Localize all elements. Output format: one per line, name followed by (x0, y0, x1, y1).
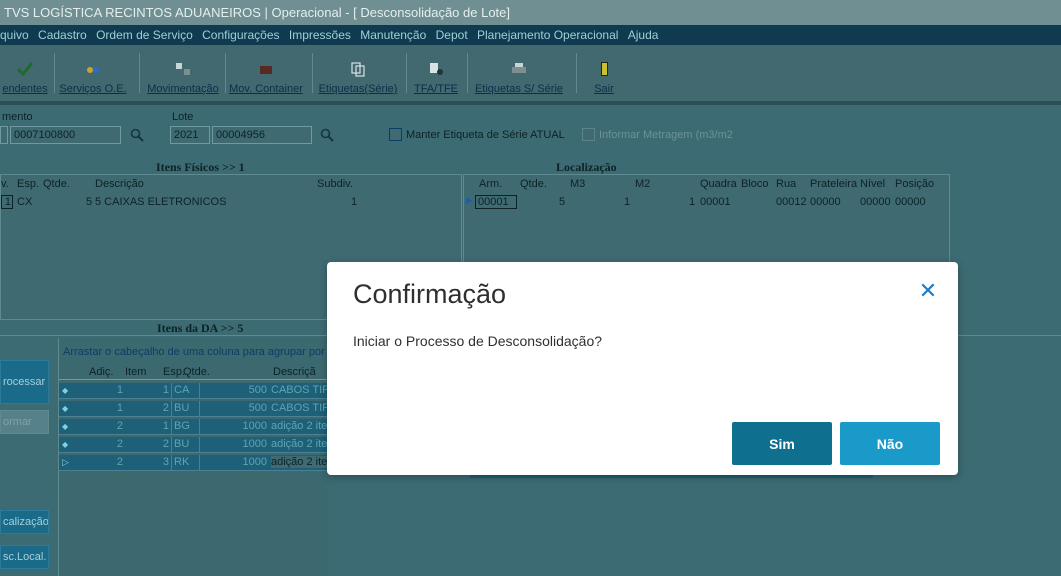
col-m3[interactable]: M3 (570, 178, 585, 192)
toolbar-divider (0, 101, 1061, 105)
document-icon (427, 61, 445, 77)
lote-ano-field[interactable]: 2021 (170, 126, 210, 144)
menu-bar: quivo Cadastro Ordem de Serviço Configur… (0, 25, 1061, 45)
search-lote-icon[interactable] (319, 127, 335, 143)
qtde-cell: 5 (86, 196, 93, 208)
m2-cell: 1 (689, 196, 696, 208)
col-descricao[interactable]: Descrição (95, 178, 144, 192)
posicao-cell: 00000 (895, 196, 926, 208)
col-rua[interactable]: Rua (776, 178, 796, 192)
services-icon (84, 61, 102, 77)
movement-icon (174, 61, 192, 77)
tfa-tfe-button[interactable]: TFA/TFE (410, 49, 462, 95)
table-row[interactable]: ◆ 1 1 CA 500 CABOS TIP (59, 383, 328, 399)
pendentes-button[interactable]: endentes (0, 49, 50, 95)
rua-cell: 00012 (776, 196, 807, 208)
dialog-message: Iniciar o Processo de Desconsolidação? (353, 333, 603, 349)
col-da-descricao[interactable]: Descriçã (273, 366, 316, 380)
menu-arquivo[interactable]: quivo (0, 25, 29, 45)
col-bloco[interactable]: Bloco (741, 178, 769, 192)
processar-button[interactable]: rocessar (0, 360, 49, 404)
menu-cadastro[interactable]: Cadastro (38, 25, 87, 45)
col-subdiv[interactable]: Subdiv. (317, 178, 353, 192)
col-da-item[interactable]: Item (125, 366, 146, 380)
documento-field[interactable]: 0007100800 (10, 126, 121, 144)
printer-icon (510, 61, 528, 77)
desc-local-button[interactable]: sc.Local. (0, 545, 49, 569)
nivel-cell: 00000 (860, 196, 891, 208)
servicos-oe-button[interactable]: Serviços O.E. (58, 49, 128, 95)
lote-label: Lote (172, 111, 194, 123)
esp-cell: CX (17, 196, 33, 208)
col-nivel[interactable]: Nível (860, 178, 885, 192)
col-qtde[interactable]: Qtde. (43, 178, 70, 192)
table-row[interactable]: ◆ 1 2 BU 500 CABOS TIP (59, 401, 328, 417)
col-quadra[interactable]: Quadra (700, 178, 737, 192)
localizacao-title: Localização (556, 160, 617, 174)
prateleira-cell: 00000 (810, 196, 841, 208)
itens-fisicos-title: Itens Físicos >> 1 (156, 160, 245, 174)
etiquetas-s-serie-button[interactable]: Etiquetas S/ Série (471, 49, 567, 95)
menu-planejamento[interactable]: Planejamento Operacional (477, 25, 618, 45)
col-loc-qtde[interactable]: Qtde. (520, 178, 547, 192)
itens-da-grid: Arrastar o cabeçalho de uma coluna para … (58, 338, 328, 576)
col-arm[interactable]: Arm. (479, 178, 502, 192)
menu-ordem-servico[interactable]: Ordem de Serviço (96, 25, 193, 45)
search-documento-icon[interactable] (129, 127, 145, 143)
descricao-cell: 5 CAIXAS ELETRONICOS (95, 196, 227, 208)
exit-door-icon (595, 61, 613, 77)
loc-qtde-cell: 5 (559, 196, 566, 208)
col-m2[interactable]: M2 (635, 178, 650, 192)
menu-configuracoes[interactable]: Configurações (202, 25, 279, 45)
col-adic[interactable]: Adiç. (89, 366, 113, 380)
m3-cell: 1 (624, 196, 631, 208)
itens-da-title: Itens da DA >> 5 (157, 321, 244, 335)
check-icon (16, 61, 34, 77)
informar-button[interactable]: ormar (0, 410, 49, 434)
movimentacao-button[interactable]: Movimentação (143, 49, 223, 95)
menu-depot[interactable]: Depot (436, 25, 468, 45)
col-posicao[interactable]: Posição (895, 178, 934, 192)
informar-metragem-label: Informar Metragem (m3/m2 (599, 129, 733, 141)
col-item[interactable]: v. (1, 178, 9, 192)
col-da-esp[interactable]: Esp. (163, 366, 185, 380)
mov-container-button[interactable]: Mov. Container (227, 49, 305, 95)
table-row[interactable]: ◆ 2 1 BG 1000 adição 2 ite (59, 419, 328, 435)
manter-etiqueta-label: Manter Etiqueta de Série ATUAL (406, 129, 565, 141)
row-pointer-icon: ▶ (466, 195, 473, 205)
documento-label: mento (2, 111, 33, 123)
informar-metragem-checkbox[interactable] (582, 128, 595, 141)
close-icon[interactable]: ✕ (917, 280, 939, 302)
confirmation-dialog: Confirmação ✕ Iniciar o Processo de Desc… (327, 262, 958, 475)
col-esp[interactable]: Esp. (17, 178, 39, 192)
menu-impressoes[interactable]: Impressões (289, 25, 351, 45)
sim-button[interactable]: Sim (732, 422, 832, 465)
col-prateleira[interactable]: Prateleira (810, 178, 857, 192)
etiquetas-serie-button[interactable]: Etiquetas(Série) (316, 49, 400, 95)
group-hint: Arrastar o cabeçalho de uma coluna para … (63, 346, 328, 358)
sair-button[interactable]: Sair (588, 49, 620, 95)
nao-button[interactable]: Não (840, 422, 940, 465)
menu-manutencao[interactable]: Manutenção (360, 25, 426, 45)
menu-ajuda[interactable]: Ajuda (628, 25, 659, 45)
col-da-qtde[interactable]: Qtde. (183, 366, 210, 380)
manter-etiqueta-checkbox[interactable] (389, 128, 402, 141)
itens-da-header: Adiç. Item Esp. Qtde. Descriçã (59, 366, 328, 380)
table-row[interactable]: ◆ 2 2 BU 1000 adição 2 ite (59, 437, 328, 453)
item-cell[interactable]: 1 (1, 195, 13, 209)
subdiv-cell: 1 (351, 196, 358, 208)
table-row[interactable]: ▷ 2 3 RK 1000 adição 2 ite (59, 455, 328, 471)
documento-prefix-field[interactable] (0, 126, 8, 144)
container-icon (257, 61, 275, 77)
lote-numero-field[interactable]: 00004956 (212, 126, 312, 144)
toolbar: endentes Serviços O.E. Movimentação Mov.… (0, 45, 1061, 101)
localizacao-button[interactable]: calização (0, 510, 49, 534)
window-title: TVS LOGÍSTICA RECINTOS ADUANEIROS | Oper… (0, 0, 1061, 25)
dialog-title: Confirmação (353, 279, 507, 309)
quadra-cell: 00001 (700, 196, 731, 208)
labels-icon (349, 61, 367, 77)
arm-cell[interactable]: 00001 (475, 195, 517, 209)
